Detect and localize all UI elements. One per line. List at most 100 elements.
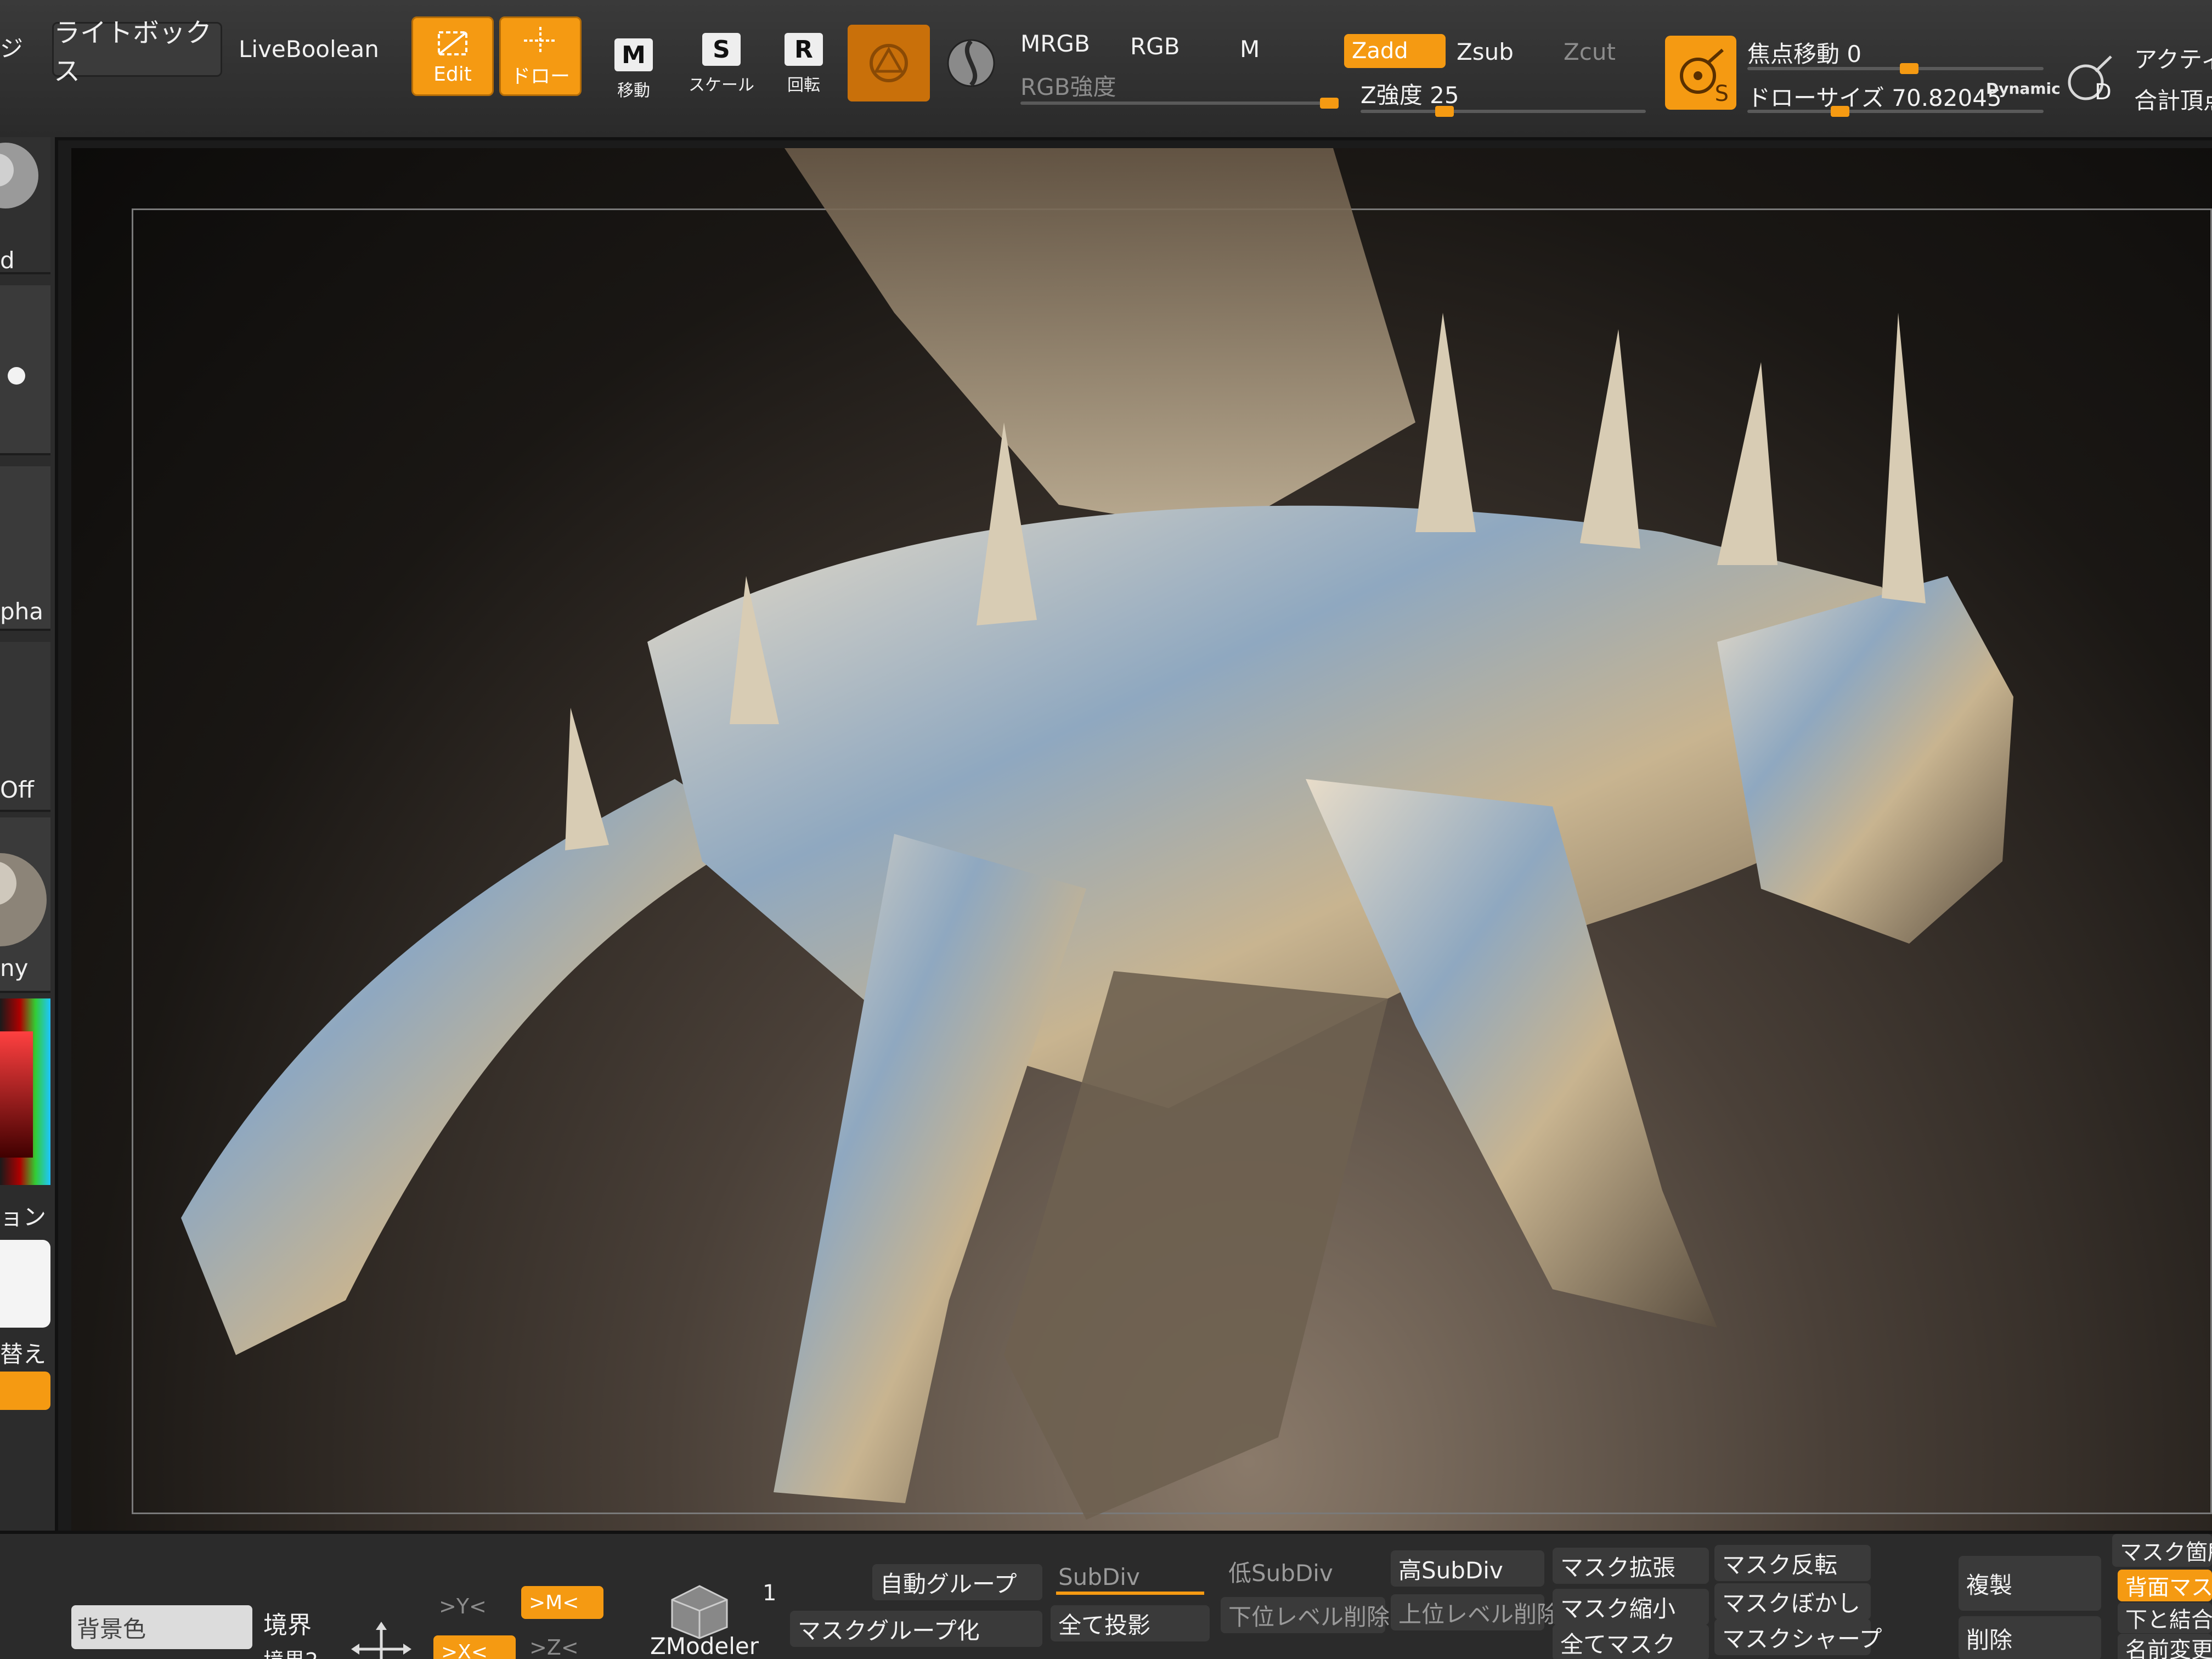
rgb-intensity-slider[interactable] [1020,98,1339,109]
zadd-button[interactable]: Zadd [1344,34,1446,68]
merge-down-button[interactable]: 下と結合 [2118,1602,2212,1633]
bottom-shelf: 背景色 境界 境界2 >Y< >M< >X< >Z< ZModeler 1 自動… [0,1531,2212,1659]
total-points-label: 合計頂点 [2134,87,2212,114]
x-axis-button[interactable]: >X< [433,1635,516,1659]
draw-size-slider[interactable] [1747,106,2044,117]
edit-label: Edit [433,63,472,86]
m-axis-button[interactable]: >M< [521,1586,603,1619]
rotate-button[interactable]: R 回転 [768,16,839,104]
rotate-key-icon: R [785,33,823,66]
scale-key-icon: S [702,33,741,66]
axis-arrows-icon[interactable] [351,1622,411,1659]
border2-button[interactable]: 境界2 [263,1644,318,1659]
draw-icon [524,26,557,54]
left-label-shiny: ny [0,955,29,981]
left-label-alpha: pha [0,598,44,625]
left-label-switch: 替え [0,1341,47,1368]
brush-preview-icon [0,143,38,208]
invert-mask-button[interactable]: マスク反転 [1714,1545,1871,1581]
delete-lower-button[interactable]: 下位レベル削除 [1221,1597,1390,1633]
duplicate-button[interactable]: 複製 [1959,1556,2101,1611]
color-swatch-gradient[interactable] [0,1031,33,1158]
rgb-button[interactable]: RGB [1130,33,1180,60]
shrink-mask-button[interactable]: マスク縮小 [1553,1589,1709,1625]
scale-label: スケール [689,76,754,95]
dragon-sculpt-model[interactable] [71,148,2212,1531]
low-subdiv-button[interactable]: 低SubDiv [1221,1553,1374,1589]
focal-shift-knob[interactable] [1900,63,1918,74]
lightbox-label: ライトボックス [54,18,212,87]
partial-menu-label[interactable]: ジ [0,30,23,64]
move-label: 移動 [617,81,650,100]
left-label-d: d [0,247,15,274]
top-shelf: ジ ライトボックス LiveBoolean Edit ドロー M 移動 S スケ… [0,0,2212,140]
move-button[interactable]: M 移動 [598,22,669,110]
draw-button[interactable]: ドロー [499,16,582,96]
project-all-button[interactable]: 全て投影 [1051,1605,1210,1641]
document-viewport[interactable] [71,148,2212,1531]
z-intensity-slider[interactable] [1361,106,1646,117]
y-axis-button[interactable]: >Y< [439,1594,487,1618]
border-button[interactable]: 境界 [263,1605,312,1640]
left-stroke-tile[interactable] [0,285,50,455]
background-color-button[interactable]: 背景色 [71,1605,252,1649]
auto-group-button[interactable]: 自動グループ [872,1564,1042,1600]
liveboolean-button[interactable]: LiveBoolean [239,36,379,63]
rgb-intensity-knob[interactable] [1320,98,1339,109]
rename-button[interactable]: 名前変更 [2118,1634,2212,1659]
delete-higher-button[interactable]: 上位レベル削除 [1391,1594,1560,1630]
high-subdiv-button[interactable]: 高SubDiv [1391,1550,1544,1587]
zsub-button[interactable]: Zsub [1457,38,1514,65]
m-button[interactable]: M [1240,36,1260,63]
color-picker[interactable] [0,998,50,1185]
brush-d-key-label: D [2095,80,2112,105]
rgb-intensity-label: RGB強度 [1020,74,1116,100]
scale-button[interactable]: S スケール [686,16,757,104]
zcut-button[interactable]: Zcut [1564,38,1616,65]
lightbox-button[interactable]: ライトボックス [52,18,222,87]
dot-icon [8,367,25,385]
polyframe-button[interactable] [848,25,930,101]
backface-mask-button[interactable]: 背面マスク [2118,1570,2212,1601]
stroke-key-label: S [1714,81,1729,106]
mask-all-button[interactable]: 全てマスク [1553,1624,1709,1659]
mask-location-button[interactable]: マスク箇所 [2112,1534,2212,1567]
zmodeler-button[interactable]: ZModeler [650,1633,759,1659]
active-points-label: アクティ [2134,46,2212,73]
z-intensity-knob[interactable] [1435,106,1454,117]
delete-button[interactable]: 削除 [1959,1616,2101,1659]
left-label-off: Off [0,776,34,803]
dynamic-toggle[interactable]: Dynamic [1986,80,2061,98]
material-sphere-button[interactable] [944,36,998,91]
z-intensity-label: Z強度 25 [1361,82,1459,109]
edit-icon [438,31,467,55]
move-key-icon: M [614,38,653,71]
left-shelf: d pha Off ny ョン 替え [0,137,58,1564]
focal-shift-slider[interactable] [1747,63,2044,74]
draw-size-knob[interactable] [1831,106,1849,117]
polyframe-icon [870,44,908,82]
grow-mask-button[interactable]: マスク拡張 [1553,1548,1709,1584]
left-label-option: ョン [0,1204,47,1231]
edit-button[interactable]: Edit [411,16,494,96]
mrgb-button[interactable]: MRGB [1020,30,1090,57]
subtool-count: 1 [763,1581,777,1606]
zbrush-app: ジ ライトボックス LiveBoolean Edit ドロー M 移動 S スケ… [0,0,2212,1659]
subdiv-slider[interactable]: SubDiv [1051,1559,1210,1595]
dynamesh-brush-button[interactable]: D [2063,52,2118,107]
background-color-label: 背景色 [77,1615,146,1643]
z-axis-button[interactable]: >Z< [529,1635,579,1659]
sharpen-mask-button[interactable]: マスクシャープ [1714,1619,1882,1655]
draw-label: ドロー [510,65,570,88]
subdiv-label: SubDiv [1058,1563,1140,1590]
focal-shift-label: 焦点移動 0 [1747,41,1862,67]
zmodeler-cube-icon [671,1585,728,1639]
stroke-button[interactable]: S [1665,36,1736,110]
blur-mask-button[interactable]: マスクぼかし [1714,1583,1871,1620]
rotate-label: 回転 [787,76,820,95]
subdiv-slider-fill [1056,1592,1204,1595]
secondary-color-swatch[interactable] [0,1240,50,1328]
mask-group-button[interactable]: マスクグループ化 [790,1611,1042,1647]
material-sphere-icon [947,39,995,87]
switch-color-button[interactable] [0,1372,50,1410]
